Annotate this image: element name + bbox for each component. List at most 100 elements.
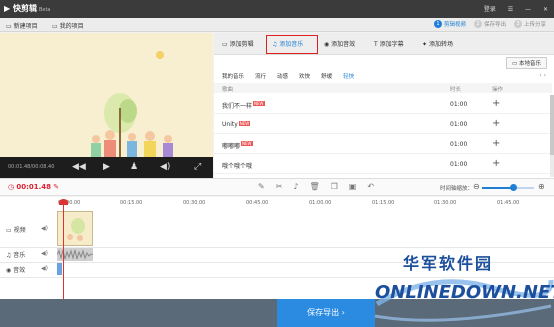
ruler-tick: 00:15.00 — [120, 200, 143, 206]
my-projects-button[interactable]: ▭ 我的项目 — [52, 21, 84, 30]
music-list-scrollbar[interactable] — [550, 95, 554, 177]
menu-icon[interactable]: ☰ — [508, 6, 513, 13]
category-nav-arrows[interactable]: ‹ › — [539, 72, 546, 79]
zoom-out-icon[interactable]: ⊖ — [473, 182, 480, 191]
login-link[interactable]: 登录 — [484, 6, 496, 13]
watermark-en: ONLINEDOWN.NET — [375, 282, 554, 303]
add-icon[interactable]: + — [492, 158, 500, 169]
undo-icon[interactable]: ↶ — [367, 182, 374, 191]
watermark-cn: 华军软件园 — [403, 254, 494, 273]
zoom-in-icon[interactable]: ⊕ — [538, 182, 545, 191]
project-toolbar: ▭ 新建项目 ▭ 我的项目 1 剪辑视频 2 保存导出 3 上传分享 — [0, 18, 554, 32]
song-name: 我们不一样 — [222, 103, 253, 110]
video-preview — [0, 33, 213, 157]
sfx-volume-icon[interactable]: ◀) — [41, 265, 48, 272]
tab-add-subtitle[interactable]: T 添加字幕 — [374, 39, 404, 48]
save-export-button[interactable]: 保存导出 › — [277, 299, 375, 327]
song-duration: 01:00 — [450, 141, 468, 148]
tab-highlight-box — [266, 35, 318, 54]
category-pop[interactable]: 流行 — [255, 72, 266, 80]
timeline-toolbar: ◷ 00:01.48 ✎ ✎ ✂ ♪ 🗑 ❐ ▣ ↶ 时间轴缩放： ⊖ ⊕ — [0, 178, 554, 196]
tab-add-clip[interactable]: ▭ 添加剪辑 — [222, 39, 254, 48]
window-controls: 登录 ☰ — ✕ — [474, 4, 548, 13]
local-music-button[interactable]: ▭ 本地音乐 — [506, 57, 547, 69]
play-icon[interactable]: ▶ — [103, 162, 110, 172]
mute-icon[interactable]: ♪ — [293, 182, 298, 191]
ruler-tick: 01:00.00 — [309, 200, 332, 206]
header-duration: 时长 — [450, 87, 462, 93]
ruler-tick: 00:45.00 — [246, 200, 269, 206]
previous-frame-icon[interactable]: ◀◀ — [72, 162, 86, 172]
step-share[interactable]: 3 上传分享 — [513, 20, 546, 28]
list-item[interactable]: 嘟嘟嘟 NEW 01:00 + — [214, 134, 550, 154]
video-track-icon: ▭ — [6, 227, 14, 234]
player-controls: 00:01.48/00:08.40 ◀◀ ▶ ♟ ◀) ⤢ — [0, 157, 213, 178]
song-duration: 01:00 — [450, 121, 468, 128]
scrollbar-thumb[interactable] — [550, 95, 554, 155]
delete-icon[interactable]: 🗑 — [310, 182, 320, 191]
app-name: 快剪辑 — [12, 4, 37, 13]
category-dynamic[interactable]: 动感 — [277, 72, 288, 80]
song-duration: 01:00 — [450, 101, 468, 108]
ruler-tick: 00:30.00 — [183, 200, 206, 206]
header-name: 歌曲 — [222, 87, 234, 93]
copy-icon[interactable]: ❐ — [331, 182, 338, 191]
add-icon[interactable]: + — [492, 98, 500, 109]
song-name: Unity — [222, 121, 238, 128]
zoom-slider-knob[interactable] — [509, 184, 517, 191]
new-badge: NEW — [238, 121, 251, 126]
scissors-icon[interactable]: ✂ — [276, 182, 283, 191]
minimize-button[interactable]: — — [525, 6, 531, 13]
paste-icon[interactable]: ▣ — [349, 182, 357, 191]
music-volume-icon[interactable]: ◀) — [41, 250, 48, 257]
fullscreen-icon[interactable]: ⤢ — [194, 162, 201, 172]
music-categories: 我的音乐 流行 动感 欢快 舒缓 轻快 — [222, 72, 354, 80]
song-name: 哦个哦个哦 — [222, 163, 253, 170]
list-item[interactable]: 哦个哦个哦 01:00 + — [214, 154, 550, 174]
volume-icon[interactable]: ◀) — [160, 162, 170, 172]
edit-time-icon[interactable]: ✎ — [53, 183, 59, 191]
new-project-button[interactable]: ▭ 新建项目 — [6, 21, 38, 30]
zoom-slider-fill — [482, 187, 514, 189]
pen-icon[interactable]: ✎ — [258, 182, 265, 191]
sfx-clip[interactable] — [57, 263, 62, 275]
ruler-tick: 01:45.00 — [497, 200, 520, 206]
edit-tools: ✎ ✂ ♪ 🗑 ❐ ▣ ↶ — [258, 182, 374, 191]
new-badge: NEW — [241, 141, 253, 146]
category-my-music[interactable]: 我的音乐 — [222, 72, 244, 80]
playhead-line[interactable] — [63, 199, 64, 299]
step-edit[interactable]: 1 剪辑视频 — [433, 20, 466, 28]
track-label-sfx: ◉ 音效 — [6, 267, 26, 274]
tab-add-transition[interactable]: ✦ 添加转场 — [422, 39, 453, 48]
ruler-tick: 01:30.00 — [434, 200, 457, 206]
timeline-ruler[interactable]: 00:00.00 00:15.00 00:30.00 00:45.00 01:0… — [0, 197, 554, 209]
workflow-steps: 1 剪辑视频 2 保存导出 3 上传分享 — [433, 20, 546, 28]
music-table-header: 歌曲 时长 操作 — [214, 83, 552, 93]
list-item[interactable]: 我们不一样 NEW 01:00 + — [214, 94, 550, 114]
add-icon[interactable]: + — [492, 118, 500, 129]
list-item[interactable]: Unity NEW 01:00 + — [214, 114, 550, 134]
watermark: 华军软件园 ONLINEDOWN.NET — [373, 248, 554, 327]
category-soothing[interactable]: 舒缓 — [321, 72, 332, 80]
song-duration: 01:00 — [450, 161, 468, 168]
player-time: 00:01.48/00:08.40 — [8, 164, 55, 170]
app-logo: ▶ 快剪辑 Beta — [4, 3, 50, 14]
video-volume-icon[interactable]: ◀) — [41, 225, 48, 232]
tab-add-sfx[interactable]: ◉ 添加音效 — [324, 39, 355, 48]
add-icon[interactable]: + — [492, 138, 500, 149]
current-time: ◷ 00:01.48 ✎ — [8, 183, 60, 191]
play-logo-icon: ▶ — [4, 4, 11, 13]
snapshot-icon[interactable]: ♟ — [130, 162, 138, 172]
title-bar: ▶ 快剪辑 Beta 登录 ☰ — ✕ — [0, 0, 554, 18]
category-light[interactable]: 轻快 — [343, 72, 354, 80]
zoom-label: 时间轴缩放： — [440, 186, 474, 192]
resource-tabs: ▭ 添加剪辑 ♫ 添加音乐 ◉ 添加音效 T 添加字幕 ✦ 添加转场 — [214, 33, 554, 55]
header-action: 操作 — [492, 87, 504, 93]
category-cheerful[interactable]: 欢快 — [299, 72, 310, 80]
track-label-music: ♫ 音乐 — [6, 252, 26, 259]
step-export[interactable]: 2 保存导出 — [473, 20, 506, 28]
preview-illustration — [0, 33, 213, 157]
close-button[interactable]: ✕ — [543, 6, 548, 13]
zoom-slider[interactable] — [482, 184, 534, 191]
resource-panel: ▭ 添加剪辑 ♫ 添加音乐 ◉ 添加音效 T 添加字幕 ✦ 添加转场 ▭ 本地音… — [214, 33, 554, 178]
